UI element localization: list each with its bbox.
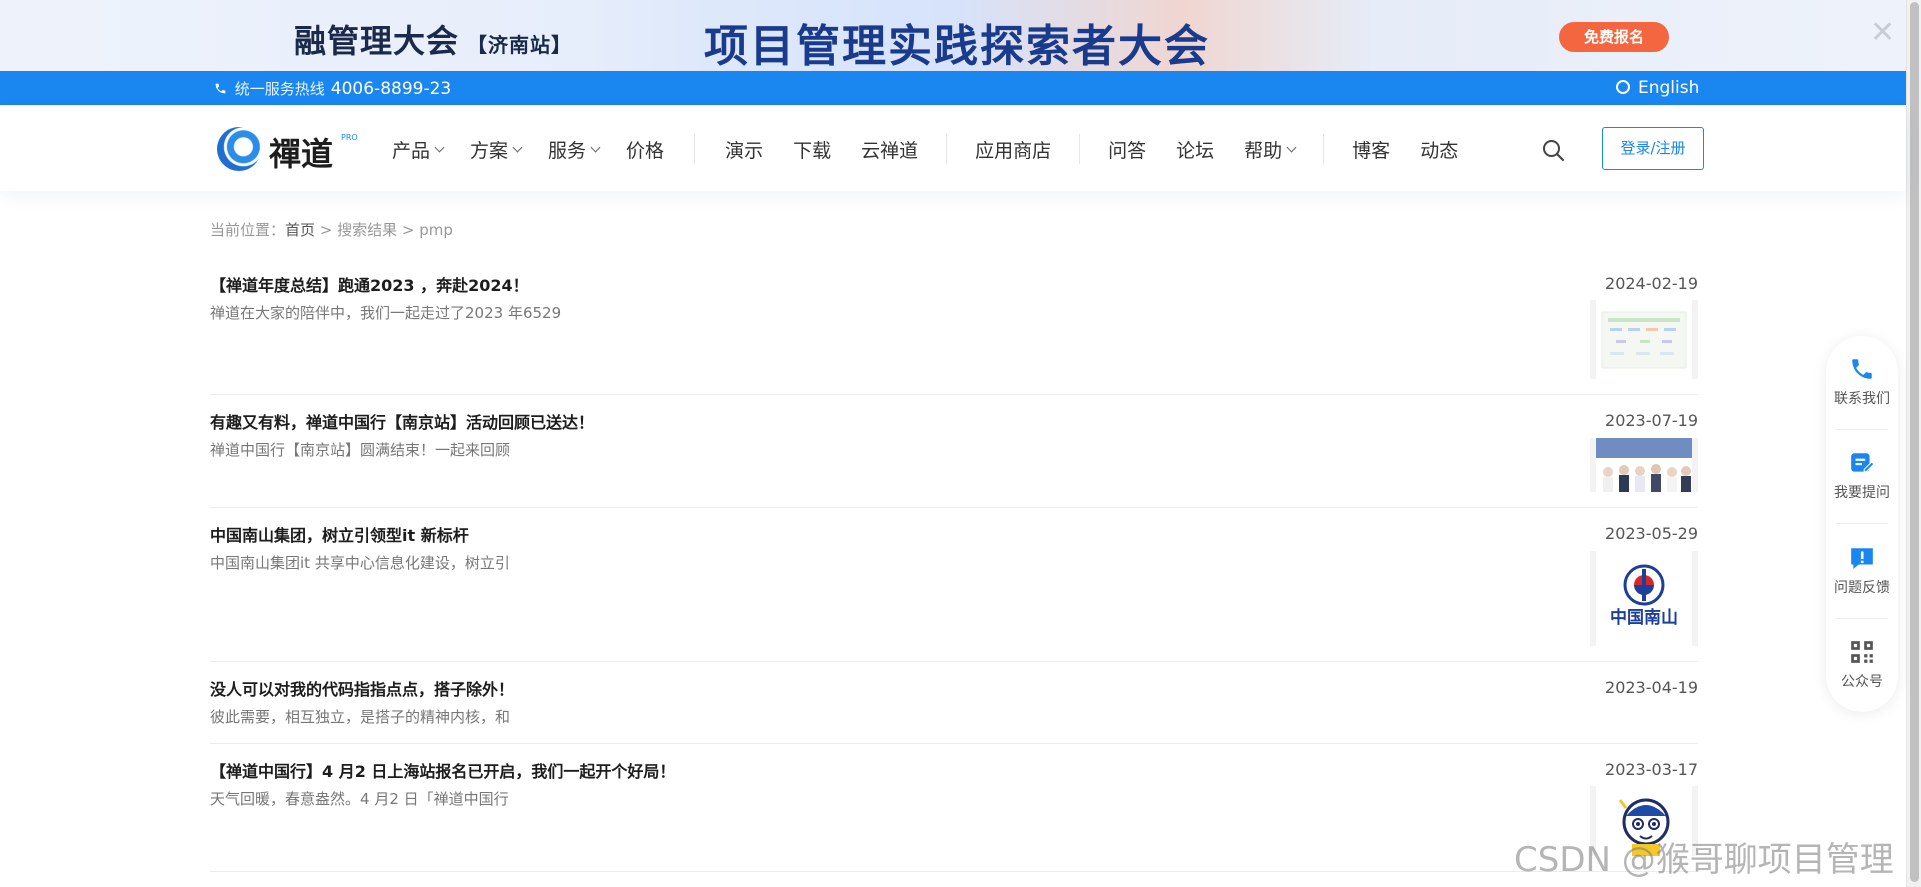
result-date: 2023-05-29 (1605, 524, 1698, 543)
result-item[interactable]: 没人可以对我的代码指指点点，搭子除外！ 彼此需要，相互独立，是搭子的精神内核，和… (210, 662, 1698, 744)
hotline-label: 统一服务热线 (234, 80, 325, 98)
top-bar: 统一服务热线 4006-8899-23 English (0, 71, 1906, 105)
banner-close-icon[interactable]: ✕ (1870, 18, 1895, 48)
result-title[interactable]: 中国南山集团，树立引领型it 新标杆 (210, 522, 469, 546)
language-switch[interactable]: English (1616, 78, 1699, 98)
edit-question-icon (1851, 453, 1875, 473)
side-divider (1836, 618, 1888, 619)
nav-item-appstore[interactable]: 应用商店 (975, 136, 1051, 163)
breadcrumb: 当前位置：首页 > 搜索结果 > pmp (210, 221, 453, 239)
breadcrumb-home[interactable]: 首页 (285, 221, 315, 239)
nav-item-news[interactable]: 动态 (1420, 136, 1458, 163)
breadcrumb-search[interactable]: 搜索结果 (337, 221, 397, 239)
nanshan-logo-graphic: 中国南山 (1610, 564, 1678, 628)
nav-item-blog[interactable]: 博客 (1352, 136, 1390, 163)
nav-item-solution[interactable]: 方案 (470, 136, 523, 163)
nav-item-demo[interactable]: 演示 (725, 136, 763, 163)
promo-banner[interactable]: 融管理大会 【济南站】 项目管理实践探索者大会 免费报名 ✕ (0, 0, 1906, 71)
result-item[interactable]: 【禅道中国行】4 月2 日上海站报名已开启，我们一起开个好局！ 天气回暖，春意盎… (210, 744, 1698, 872)
result-desc: 禅道中国行【南京站】圆满结束！一起来回顾 (210, 441, 511, 459)
feedback-alert-icon (1851, 548, 1873, 569)
result-thumbnail[interactable]: 中国南山 (1590, 551, 1698, 646)
chart-thumbnail-graphic (1601, 311, 1687, 369)
banner-main-title: 项目管理实践探索者大会 (704, 21, 1210, 71)
result-title[interactable]: 【禅道中国行】4 月2 日上海站报名已开启，我们一起开个好局！ (210, 758, 675, 782)
nav-item-help[interactable]: 帮助 (1244, 136, 1297, 163)
result-desc: 中国南山集团it 共享中心信息化建设，树立引 (210, 554, 510, 572)
phone-icon (215, 83, 226, 94)
result-date: 2024-02-19 (1605, 274, 1698, 293)
nav-divider (1079, 134, 1081, 164)
logo-word: 禪道 (269, 135, 334, 173)
banner-left-title: 融管理大会 【济南站】 (294, 22, 573, 60)
nav-item-download[interactable]: 下载 (793, 136, 831, 163)
side-divider (1836, 523, 1888, 524)
result-title[interactable]: 【禅道年度总结】跑通2023 ，奔赴2024！ (210, 272, 529, 296)
result-item[interactable]: 【禅道年度总结】跑通2023 ，奔赴2024！ 禅道在大家的陪伴中，我们一起走过… (210, 258, 1698, 395)
globe-icon (1616, 80, 1630, 94)
side-wechat-button[interactable]: 公众号 (1826, 639, 1898, 691)
chevron-down-icon (434, 142, 445, 152)
side-ask-button[interactable]: 我要提问 (1826, 450, 1898, 502)
result-date: 2023-04-19 (1605, 678, 1698, 697)
main-nav: 禪道 PRO 产品 方案 服务 价格 演示 下载 云禅道 应用商店 问答 论坛 … (0, 105, 1906, 191)
language-label: English (1638, 78, 1700, 98)
result-title[interactable]: 没人可以对我的代码指指点点，搭子除外！ (210, 676, 514, 700)
result-title[interactable]: 有趣又有料，禅道中国行【南京站】活动回顾已送达！ (210, 409, 594, 433)
side-divider (1836, 429, 1888, 430)
hotline: 统一服务热线 4006-8899-23 (214, 78, 451, 99)
side-contact-button[interactable]: 联系我们 (1826, 356, 1898, 408)
result-desc: 天气回暖，春意盎然。4 月2 日「禅道中国行 (210, 790, 509, 808)
nav-menu: 产品 方案 服务 价格 演示 下载 云禅道 应用商店 问答 论坛 帮助 博客 动… (392, 134, 1458, 164)
login-register-button[interactable]: 登录/注册 (1602, 127, 1704, 170)
result-thumbnail[interactable] (1590, 300, 1698, 379)
breadcrumb-query: pmp (419, 221, 453, 239)
chevron-down-icon (512, 142, 523, 152)
event-photo-graphic (1596, 438, 1692, 492)
nav-item-price[interactable]: 价格 (626, 136, 664, 163)
search-results: 【禅道年度总结】跑通2023 ，奔赴2024！ 禅道在大家的陪伴中，我们一起走过… (210, 258, 1698, 872)
logo-mark-icon (217, 127, 261, 171)
hotline-number: 4006-8899-23 (330, 79, 452, 99)
nanshan-logo-text: 中国南山 (1610, 607, 1678, 628)
result-item[interactable]: 有趣又有料，禅道中国行【南京站】活动回顾已送达！ 禅道中国行【南京站】圆满结束！… (210, 395, 1698, 508)
nav-item-service[interactable]: 服务 (548, 136, 601, 163)
nav-item-product[interactable]: 产品 (392, 136, 445, 163)
result-desc: 彼此需要，相互独立，是搭子的精神内核，和 (210, 708, 511, 726)
logo-tm: PRO (341, 133, 358, 142)
nav-item-cloud[interactable]: 云禅道 (861, 136, 918, 163)
side-feedback-button[interactable]: 问题反馈 (1826, 545, 1898, 597)
nav-item-forum[interactable]: 论坛 (1176, 136, 1214, 163)
nav-divider (694, 134, 696, 164)
result-item[interactable]: 中国南山集团，树立引领型it 新标杆 中国南山集团it 共享中心信息化建设，树立… (210, 508, 1698, 662)
zentao-logo[interactable]: 禪道 PRO (217, 127, 358, 173)
csdn-watermark: CSDN @猴哥聊项目管理 (1514, 840, 1894, 880)
banner-signup-button[interactable]: 免费报名 (1559, 22, 1669, 52)
result-thumbnail[interactable] (1590, 438, 1698, 492)
nav-divider (946, 134, 948, 164)
nav-divider (1323, 134, 1325, 164)
phone-icon (1852, 359, 1872, 379)
nav-item-qa[interactable]: 问答 (1108, 136, 1146, 163)
chevron-down-icon (1286, 142, 1297, 152)
floating-side-panel: 联系我们 我要提问 问题反馈 公众号 (1826, 336, 1898, 712)
chevron-down-icon (590, 142, 601, 152)
result-date: 2023-03-17 (1605, 760, 1698, 779)
result-date: 2023-07-19 (1605, 411, 1698, 430)
scrollbar-thumb[interactable] (1910, 2, 1919, 882)
qrcode-icon (1851, 641, 1873, 663)
page-scrollbar[interactable] (1906, 0, 1921, 887)
search-icon[interactable] (1541, 138, 1565, 162)
result-desc: 禅道在大家的陪伴中，我们一起走过了2023 年6529 (210, 304, 562, 322)
